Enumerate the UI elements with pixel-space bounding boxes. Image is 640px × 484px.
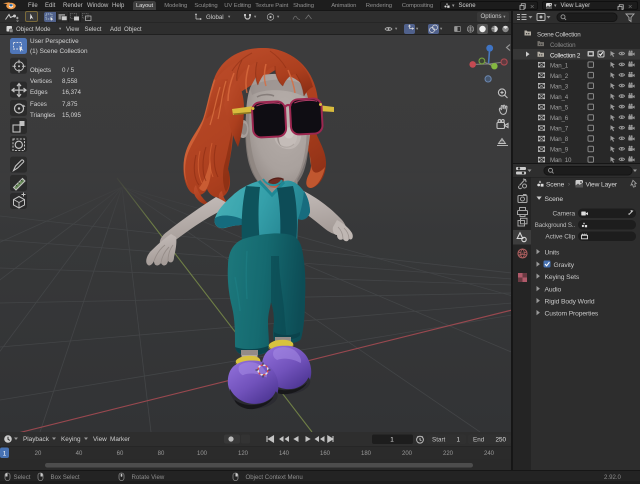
svg-text:Keying Sets: Keying Sets: [545, 274, 580, 281]
svg-text:Scene Collection: Scene Collection: [537, 32, 581, 39]
svg-text:End: End: [473, 437, 485, 444]
svg-text:Man_6: Man_6: [550, 115, 569, 122]
svg-text:1: 1: [3, 451, 7, 458]
svg-text:120: 120: [238, 451, 249, 457]
svg-text:1: 1: [456, 437, 460, 444]
svg-text:Man_5: Man_5: [550, 105, 569, 112]
svg-text:Man_2: Man_2: [550, 73, 569, 80]
svg-text:Playback: Playback: [23, 436, 50, 443]
svg-text:140: 140: [279, 451, 290, 457]
svg-text:Man_7: Man_7: [550, 126, 569, 133]
svg-text:100: 100: [197, 451, 208, 457]
svg-text:Active Clip: Active Clip: [545, 234, 575, 241]
svg-text:Scene: Scene: [545, 196, 564, 203]
svg-text:Man_8: Man_8: [550, 136, 569, 143]
svg-text:Camera: Camera: [552, 211, 575, 218]
svg-text:20: 20: [35, 451, 42, 457]
svg-text:80: 80: [158, 451, 165, 457]
svg-text:View Layer: View Layer: [586, 182, 618, 189]
svg-text:240: 240: [484, 451, 495, 457]
svg-text:250: 250: [495, 437, 506, 444]
svg-text:Custom Properties: Custom Properties: [545, 311, 599, 318]
svg-text:Marker: Marker: [110, 436, 131, 443]
svg-text:Units: Units: [545, 250, 560, 257]
svg-text:220: 220: [443, 451, 454, 457]
svg-text:Object Context Menu: Object Context Menu: [246, 474, 303, 481]
svg-text:180: 180: [361, 451, 372, 457]
svg-text:Gravity: Gravity: [554, 262, 575, 269]
svg-text:Man_3: Man_3: [550, 83, 569, 90]
svg-text:Background S..: Background S..: [535, 222, 576, 229]
svg-text:Collection 2: Collection 2: [550, 53, 581, 60]
svg-text:60: 60: [117, 451, 124, 457]
svg-text:Man_1: Man_1: [550, 62, 569, 69]
svg-text:Rotate View: Rotate View: [132, 474, 165, 481]
svg-text:Audio: Audio: [545, 287, 562, 294]
svg-text:Box Select: Box Select: [51, 474, 80, 481]
svg-text:Man_4: Man_4: [550, 94, 569, 101]
svg-text:Start: Start: [432, 437, 446, 444]
svg-text:Keying: Keying: [61, 436, 81, 443]
svg-text:Man_9: Man_9: [550, 147, 569, 154]
svg-text:200: 200: [402, 451, 413, 457]
svg-text:Rigid Body World: Rigid Body World: [545, 299, 595, 306]
svg-text:View: View: [93, 436, 107, 443]
svg-text:Scene: Scene: [546, 182, 565, 189]
svg-text:Collection: Collection: [550, 42, 576, 49]
svg-text:160: 160: [320, 451, 331, 457]
svg-text:1: 1: [390, 437, 394, 444]
svg-text:Select: Select: [14, 474, 31, 481]
svg-text:2.92.0: 2.92.0: [604, 474, 622, 481]
svg-text:›: ›: [568, 182, 570, 188]
svg-text:40: 40: [76, 451, 83, 457]
